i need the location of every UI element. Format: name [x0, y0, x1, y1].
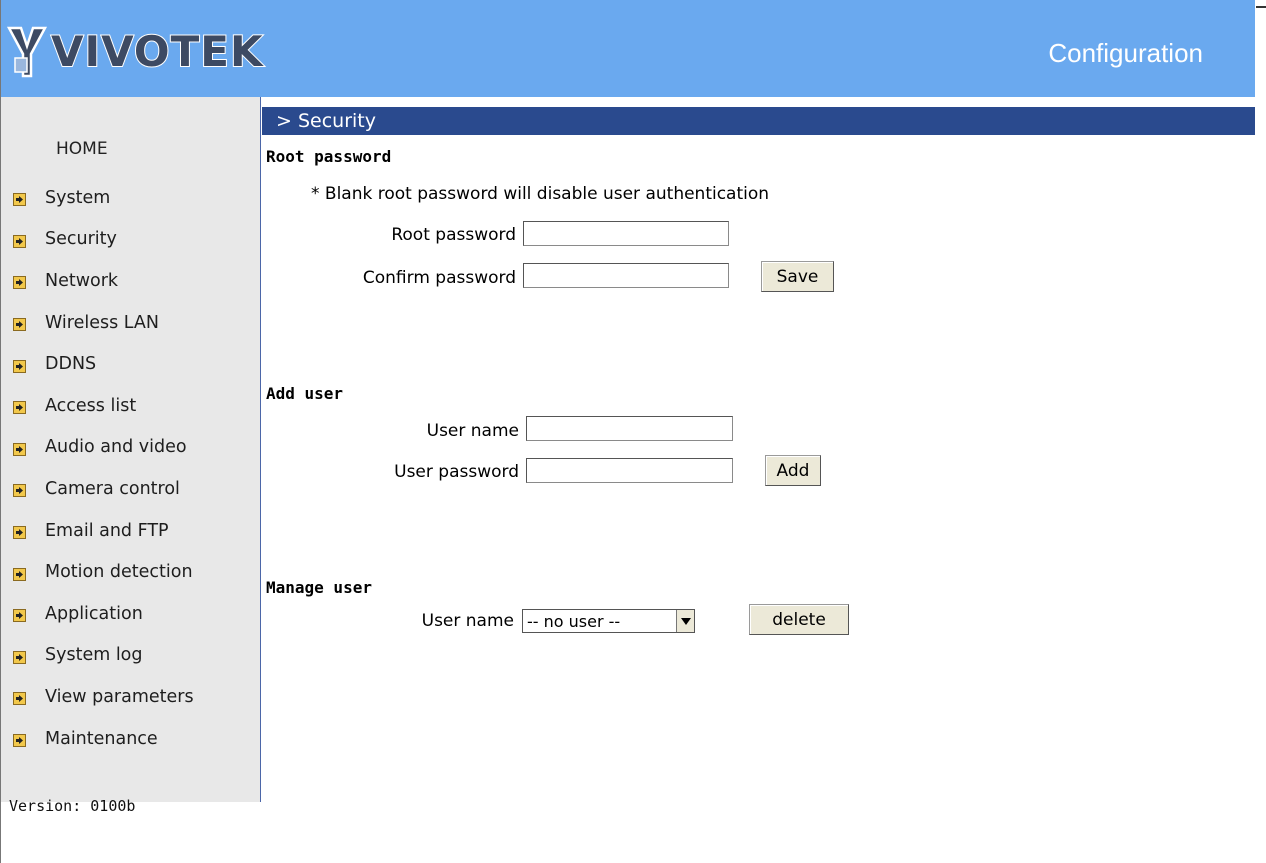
- selected-user: -- no user --: [527, 611, 621, 631]
- manage-user-heading: Manage user: [266, 578, 372, 597]
- sidebar-item-label: System log: [45, 645, 143, 666]
- arrow-right-icon: [13, 318, 26, 332]
- arrow-right-icon: [13, 692, 26, 706]
- sidebar-item-ddns[interactable]: DDNS: [13, 343, 194, 385]
- sidebar-item-label: System: [45, 187, 111, 208]
- root-password-heading: Root password: [266, 147, 392, 166]
- arrow-right-icon: [13, 193, 26, 207]
- sidebar-item-label: DDNS: [45, 354, 97, 375]
- sidebar-item-view-parameters[interactable]: View parameters: [13, 676, 194, 718]
- sidebar-item-access-list[interactable]: Access list: [13, 385, 194, 427]
- sidebar-item-label: Motion detection: [45, 562, 193, 583]
- vivotek-logo[interactable]: VIVOTEK: [7, 20, 264, 84]
- arrow-right-icon: [13, 526, 26, 540]
- manage-user-name-label: User name: [421, 611, 514, 631]
- sidebar-item-audio-video[interactable]: Audio and video: [13, 427, 194, 469]
- version-label: Version: 0100b: [9, 797, 136, 815]
- user-password-input[interactable]: [526, 458, 733, 483]
- sidebar-item-system-log[interactable]: System log: [13, 635, 194, 677]
- sidebar-item-label: Application: [45, 603, 143, 624]
- sidebar: HOME System Security Network Wireless LA…: [1, 97, 261, 815]
- arrow-right-icon: [13, 609, 26, 623]
- delete-button[interactable]: delete: [749, 604, 849, 635]
- sidebar-item-home[interactable]: HOME: [56, 139, 108, 159]
- arrow-right-icon: [13, 484, 26, 498]
- sidebar-item-label: Camera control: [45, 478, 180, 499]
- arrow-right-icon: [13, 650, 26, 664]
- sidebar-item-label: Audio and video: [45, 437, 187, 458]
- logo-mark-icon: [7, 26, 47, 78]
- arrow-right-icon: [13, 276, 26, 290]
- header: VIVOTEK Configuration: [1, 0, 1255, 97]
- sidebar-item-label: Wireless LAN: [45, 312, 159, 333]
- sidebar-item-maintenance[interactable]: Maintenance: [13, 718, 194, 760]
- page-title: Configuration: [1048, 38, 1203, 68]
- chevron-down-icon[interactable]: [676, 610, 694, 632]
- sidebar-item-label: Email and FTP: [45, 520, 169, 541]
- arrow-right-icon: [13, 734, 26, 748]
- sidebar-item-application[interactable]: Application: [13, 593, 194, 635]
- blank-password-note: * Blank root password will disable user …: [311, 184, 770, 204]
- user-password-label: User password: [394, 462, 519, 482]
- sidebar-menu: System Security Network Wireless LAN DDN…: [13, 177, 194, 759]
- root-password-label: Root password: [391, 225, 516, 245]
- save-button[interactable]: Save: [761, 261, 834, 292]
- sidebar-item-wireless-lan[interactable]: Wireless LAN: [13, 302, 194, 344]
- user-name-label: User name: [426, 421, 519, 441]
- arrow-right-icon: [13, 401, 26, 415]
- sidebar-item-label: View parameters: [45, 686, 194, 707]
- sidebar-item-network[interactable]: Network: [13, 260, 194, 302]
- confirm-password-input[interactable]: [523, 263, 729, 288]
- sidebar-item-system[interactable]: System: [13, 177, 194, 219]
- add-user-heading: Add user: [266, 384, 344, 403]
- arrow-right-icon: [13, 359, 26, 373]
- add-user-button[interactable]: Add: [765, 455, 821, 486]
- root-password-input[interactable]: [523, 221, 729, 246]
- section-title-bar: > Security: [262, 107, 1255, 135]
- arrow-right-icon: [13, 442, 26, 456]
- corner-mark: [1256, 6, 1266, 8]
- user-select-dropdown[interactable]: -- no user --: [522, 609, 695, 633]
- sidebar-item-label: Maintenance: [45, 728, 158, 749]
- page: VIVOTEK Configuration HOME System Securi…: [0, 0, 1266, 863]
- arrow-right-icon: [13, 234, 26, 248]
- user-name-input[interactable]: [526, 416, 733, 441]
- sidebar-item-label: Access list: [45, 395, 137, 416]
- arrow-right-icon: [13, 567, 26, 581]
- sidebar-item-motion-detection[interactable]: Motion detection: [13, 551, 194, 593]
- sidebar-item-security[interactable]: Security: [13, 219, 194, 261]
- logo-text: VIVOTEK: [50, 27, 264, 76]
- sidebar-item-label: Security: [45, 229, 117, 250]
- sidebar-item-email-ftp[interactable]: Email and FTP: [13, 510, 194, 552]
- confirm-password-label: Confirm password: [362, 268, 516, 288]
- sidebar-item-camera-control[interactable]: Camera control: [13, 468, 194, 510]
- sidebar-item-label: Network: [45, 270, 119, 291]
